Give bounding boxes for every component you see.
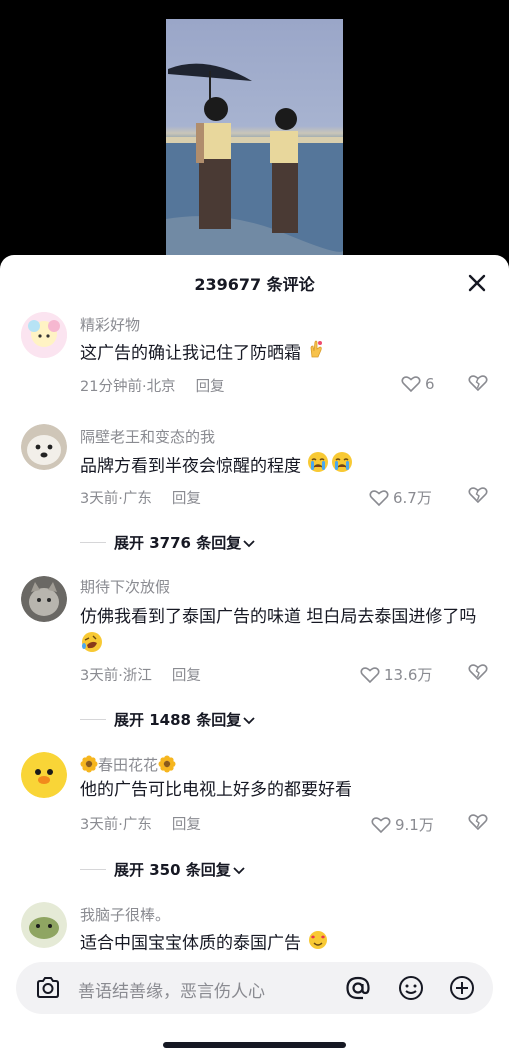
broken-heart-icon bbox=[468, 487, 488, 504]
reply-button[interactable]: 回复 bbox=[172, 817, 201, 833]
emoji-icon[interactable] bbox=[397, 974, 425, 1002]
comment-text: 适合中国宝宝体质的泰国广告 bbox=[80, 933, 301, 954]
flower-icon bbox=[158, 755, 176, 777]
expand-replies-label: 展开 3776 条回复 bbox=[114, 534, 242, 552]
comment-time: 21分钟前 bbox=[80, 379, 142, 395]
divider-line bbox=[80, 542, 106, 543]
heart-icon bbox=[369, 489, 389, 506]
like-count: 6.7万 bbox=[393, 489, 432, 507]
comment-meta: 3天前·广东 回复 bbox=[80, 813, 201, 834]
dislike-button[interactable] bbox=[468, 486, 488, 506]
avatar[interactable] bbox=[21, 424, 67, 470]
chevron-down-icon bbox=[243, 539, 255, 547]
broken-heart-icon bbox=[468, 375, 488, 392]
chevron-down-icon bbox=[233, 866, 245, 874]
comment-text: 仿佛我看到了泰国广告的味道 坦白局去泰国进修了吗 bbox=[80, 607, 477, 627]
heart-eyes-face-icon bbox=[306, 929, 330, 958]
like-button[interactable]: 9.1万 bbox=[371, 814, 434, 835]
like-button[interactable]: 6.7万 bbox=[369, 487, 432, 508]
dislike-button[interactable] bbox=[468, 374, 488, 394]
hand-emoji-icon bbox=[306, 339, 326, 368]
crying-face-icon bbox=[330, 451, 354, 482]
avatar[interactable] bbox=[21, 312, 67, 358]
comment-location: 浙江 bbox=[122, 668, 152, 684]
heart-icon bbox=[371, 816, 391, 833]
close-icon bbox=[468, 274, 486, 292]
close-button[interactable] bbox=[464, 270, 490, 296]
chevron-down-icon bbox=[243, 716, 255, 724]
comments-count-title: 239677 条评论 bbox=[194, 275, 315, 294]
comment-input-bar[interactable]: 善语结善缘，恶言伤人心 bbox=[16, 962, 493, 1014]
comment-username[interactable]: 隔壁老王和变态的我 bbox=[80, 426, 215, 447]
heart-icon bbox=[401, 376, 421, 393]
heart-icon bbox=[360, 666, 380, 683]
expand-replies-button[interactable]: 展开 1488 条回复 bbox=[80, 709, 257, 730]
reply-button[interactable]: 回复 bbox=[172, 491, 201, 507]
comment-location: 北京 bbox=[146, 379, 176, 395]
broken-heart-icon bbox=[468, 664, 488, 681]
reply-button[interactable]: 回复 bbox=[172, 668, 201, 684]
comment-time: 3天前 bbox=[80, 491, 119, 507]
home-indicator bbox=[163, 1042, 346, 1048]
like-button[interactable]: 6 bbox=[401, 375, 435, 393]
reply-button[interactable]: 回复 bbox=[196, 379, 225, 395]
avatar[interactable] bbox=[21, 902, 67, 948]
comment-meta: 3天前·浙江 回复 bbox=[80, 664, 201, 685]
comment-text: 品牌方看到半夜会惊醒的程度 bbox=[80, 456, 301, 477]
crying-face-icon bbox=[306, 451, 330, 482]
avatar[interactable] bbox=[21, 576, 67, 622]
comment-location: 广东 bbox=[122, 491, 152, 507]
like-count: 13.6万 bbox=[384, 666, 433, 684]
comment-username[interactable]: 春田花花 bbox=[80, 754, 176, 777]
avatar[interactable] bbox=[21, 752, 67, 798]
like-button[interactable]: 13.6万 bbox=[360, 664, 432, 685]
comment-meta: 3天前·广东 回复 bbox=[80, 487, 201, 508]
divider-line bbox=[80, 719, 106, 720]
comment-text: 这广告的确让我记住了防晒霜 bbox=[80, 343, 301, 364]
camera-icon[interactable] bbox=[34, 974, 62, 1002]
like-count: 6 bbox=[425, 375, 435, 393]
expand-replies-label: 展开 1488 条回复 bbox=[114, 711, 242, 729]
username-text: 春田花花 bbox=[98, 756, 159, 774]
expand-replies-button[interactable]: 展开 350 条回复 bbox=[80, 859, 247, 880]
comment-time: 3天前 bbox=[80, 817, 119, 833]
comment-username[interactable]: 精彩好物 bbox=[80, 314, 140, 335]
like-count: 9.1万 bbox=[395, 816, 434, 834]
comment-time: 3天前 bbox=[80, 668, 119, 684]
divider-line bbox=[80, 869, 106, 870]
at-icon[interactable] bbox=[344, 974, 372, 1002]
broken-heart-icon bbox=[468, 814, 488, 831]
comment-meta: 21分钟前·北京 回复 bbox=[80, 375, 225, 396]
comment-text: 他的广告可比电视上好多的都要好看 bbox=[80, 780, 352, 800]
expand-replies-label: 展开 350 条回复 bbox=[114, 861, 231, 879]
flower-icon bbox=[80, 755, 98, 777]
expand-replies-button[interactable]: 展开 3776 条回复 bbox=[80, 532, 257, 553]
plus-icon[interactable] bbox=[448, 974, 476, 1002]
comment-username[interactable]: 我脑子很棒。 bbox=[80, 904, 170, 925]
video-thumbnail[interactable] bbox=[166, 19, 343, 257]
comment-username[interactable]: 期待下次放假 bbox=[80, 576, 170, 597]
dislike-button[interactable] bbox=[468, 813, 488, 833]
comment-location: 广东 bbox=[122, 817, 152, 833]
rolling-laughing-icon bbox=[80, 631, 104, 662]
dislike-button[interactable] bbox=[468, 663, 488, 683]
comment-input-placeholder[interactable]: 善语结善缘，恶言伤人心 bbox=[78, 977, 265, 1002]
